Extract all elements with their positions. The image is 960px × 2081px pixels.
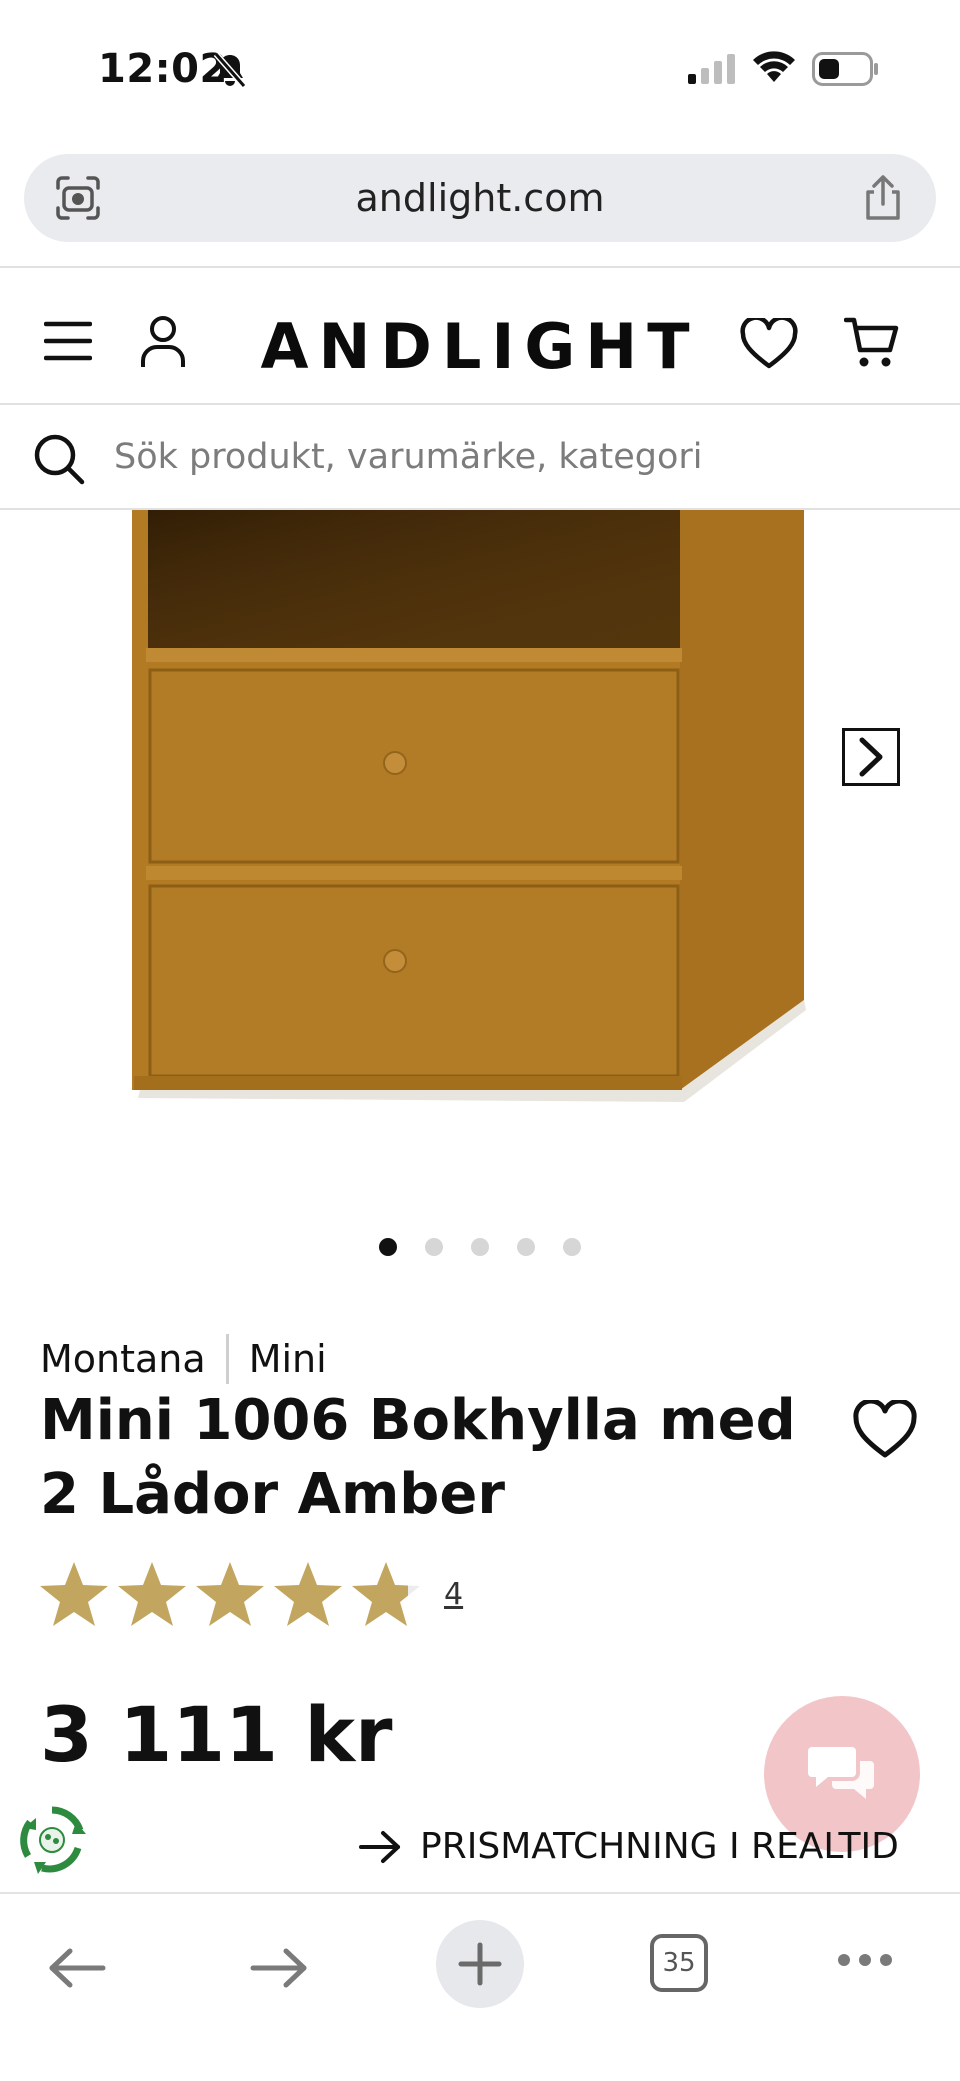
status-time: 12:02 bbox=[98, 46, 228, 92]
product-image[interactable] bbox=[0, 510, 960, 1210]
arrow-right-icon bbox=[359, 1830, 400, 1863]
gallery-dot[interactable] bbox=[379, 1238, 397, 1256]
search-icon[interactable] bbox=[32, 432, 86, 486]
address-bar[interactable]: andlight.com bbox=[24, 154, 936, 242]
gallery-dot[interactable] bbox=[563, 1238, 581, 1256]
product-title: Mini 1006 Bokhylla med 2 Lådor Amber bbox=[40, 1388, 796, 1527]
divider bbox=[0, 266, 960, 268]
star-icon bbox=[40, 1562, 108, 1626]
gallery-dot[interactable] bbox=[425, 1238, 443, 1256]
url-text[interactable]: andlight.com bbox=[24, 176, 936, 220]
site-logo[interactable]: ANDLIGHT bbox=[0, 310, 960, 383]
bell-slash-icon bbox=[213, 52, 247, 88]
price-match-label: PRISMATCHNING I REALTID bbox=[420, 1826, 899, 1867]
search-input[interactable] bbox=[114, 432, 914, 482]
gallery-dots bbox=[0, 1238, 960, 1258]
cart-icon[interactable] bbox=[844, 314, 902, 372]
forward-arrow-icon[interactable] bbox=[250, 1948, 308, 1988]
brand-link[interactable]: Montana bbox=[40, 1337, 206, 1381]
back-arrow-icon[interactable] bbox=[48, 1948, 106, 1988]
tab-count: 35 bbox=[662, 1948, 696, 1978]
product-rating[interactable]: 4 bbox=[38, 1556, 463, 1632]
gallery-dot[interactable] bbox=[517, 1238, 535, 1256]
brand-line: Montana Mini bbox=[40, 1334, 327, 1384]
wishlist-heart-icon[interactable] bbox=[852, 1400, 918, 1460]
browser-toolbar: 35 bbox=[0, 1892, 960, 2081]
status-bar: 12:02 bbox=[0, 0, 960, 140]
price-match-link[interactable]: PRISMATCHNING I REALTID bbox=[358, 1826, 899, 1867]
chevron-right-icon bbox=[859, 737, 883, 777]
gallery-next-button[interactable] bbox=[842, 728, 900, 786]
more-icon[interactable] bbox=[836, 1952, 894, 1968]
heart-icon[interactable] bbox=[740, 318, 798, 370]
battery-icon bbox=[812, 52, 878, 86]
share-icon[interactable] bbox=[860, 174, 906, 222]
brand-separator bbox=[225, 1334, 229, 1384]
gallery-dot[interactable] bbox=[471, 1238, 489, 1256]
star-icon bbox=[118, 1562, 186, 1626]
signal-icon bbox=[688, 54, 735, 84]
chat-icon bbox=[808, 1747, 874, 1799]
tabs-button[interactable]: 35 bbox=[650, 1934, 708, 1992]
star-icon bbox=[196, 1562, 264, 1626]
new-tab-button[interactable] bbox=[436, 1920, 524, 2008]
review-count[interactable]: 4 bbox=[444, 1577, 463, 1612]
eco-badge-icon[interactable] bbox=[16, 1804, 88, 1876]
wifi-icon bbox=[753, 51, 795, 82]
product-price: 3 111 kr bbox=[40, 1690, 393, 1779]
star-icon bbox=[274, 1562, 342, 1626]
star-icon bbox=[352, 1562, 420, 1626]
divider bbox=[0, 403, 960, 405]
plus-icon bbox=[458, 1942, 502, 1986]
series-link[interactable]: Mini bbox=[249, 1337, 327, 1381]
